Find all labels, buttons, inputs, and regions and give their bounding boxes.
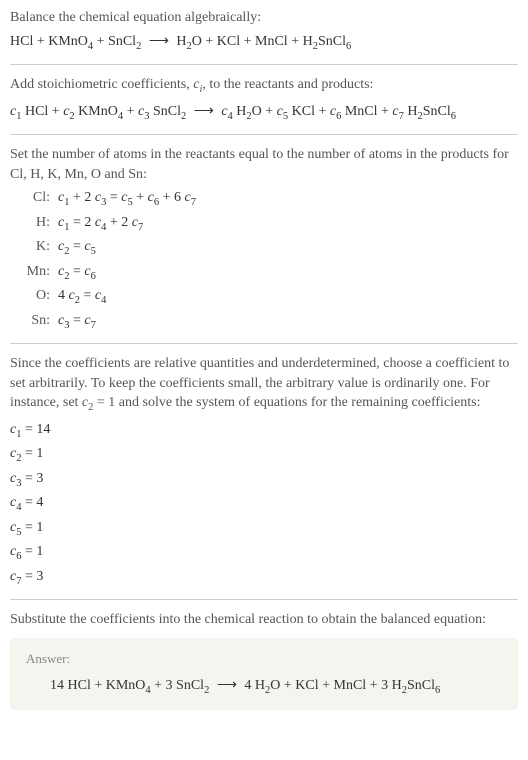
atom-equation: c2 = c6	[58, 262, 96, 284]
divider	[10, 599, 518, 600]
atom-row: K: c2 = c5	[18, 237, 518, 259]
divider	[10, 64, 518, 65]
step4-section: Substitute the coefficients into the che…	[10, 610, 518, 710]
atom-label: Sn:	[18, 311, 50, 331]
atom-label: O:	[18, 286, 50, 306]
coef-row: c5 = 1	[10, 518, 518, 540]
coefficient-list: c1 = 14 c2 = 1 c3 = 3 c4 = 4 c5 = 1 c6 =…	[10, 420, 518, 589]
atom-label: H:	[18, 213, 50, 233]
step4-text: Substitute the coefficients into the che…	[10, 610, 518, 630]
atom-table: Cl: c1 + 2 c3 = c5 + c6 + 6 c7 H: c1 = 2…	[18, 188, 518, 333]
atom-equation: c1 + 2 c3 = c5 + c6 + 6 c7	[58, 188, 196, 210]
step1-equation: c1 HCl + c2 KMnO4 + c3 SnCl2 ⟶ c4 H2O + …	[10, 102, 518, 124]
atom-row: Cl: c1 + 2 c3 = c5 + c6 + 6 c7	[18, 188, 518, 210]
answer-label: Answer:	[26, 650, 502, 668]
answer-equation: 14 HCl + KMnO4 + 3 SnCl2 ⟶ 4 H2O + KCl +…	[50, 676, 502, 698]
step2-text: Set the number of atoms in the reactants…	[10, 145, 518, 184]
atom-equation: 4 c2 = c4	[58, 286, 106, 308]
atom-equation: c1 = 2 c4 + 2 c7	[58, 213, 143, 235]
atom-row: O: 4 c2 = c4	[18, 286, 518, 308]
step3-section: Since the coefficients are relative quan…	[10, 354, 518, 589]
atom-label: Mn:	[18, 262, 50, 282]
coef-row: c7 = 3	[10, 567, 518, 589]
coef-row: c6 = 1	[10, 542, 518, 564]
divider	[10, 343, 518, 344]
atom-equation: c3 = c7	[58, 311, 96, 333]
coef-row: c2 = 1	[10, 444, 518, 466]
coef-row: c4 = 4	[10, 493, 518, 515]
step2-section: Set the number of atoms in the reactants…	[10, 145, 518, 333]
step1-section: Add stoichiometric coefficients, ci, to …	[10, 75, 518, 124]
atom-row: Sn: c3 = c7	[18, 311, 518, 333]
atom-row: Mn: c2 = c6	[18, 262, 518, 284]
intro-equation: HCl + KMnO4 + SnCl2 ⟶ H2O + KCl + MnCl +…	[10, 32, 518, 54]
atom-row: H: c1 = 2 c4 + 2 c7	[18, 213, 518, 235]
atom-equation: c2 = c5	[58, 237, 96, 259]
step1-text: Add stoichiometric coefficients, ci, to …	[10, 75, 518, 97]
intro-section: Balance the chemical equation algebraica…	[10, 8, 518, 54]
atom-label: Cl:	[18, 188, 50, 208]
divider	[10, 134, 518, 135]
intro-text: Balance the chemical equation algebraica…	[10, 8, 518, 28]
step3-text: Since the coefficients are relative quan…	[10, 354, 518, 416]
coef-row: c3 = 3	[10, 469, 518, 491]
answer-box: Answer: 14 HCl + KMnO4 + 3 SnCl2 ⟶ 4 H2O…	[10, 638, 518, 711]
coef-row: c1 = 14	[10, 420, 518, 442]
atom-label: K:	[18, 237, 50, 257]
